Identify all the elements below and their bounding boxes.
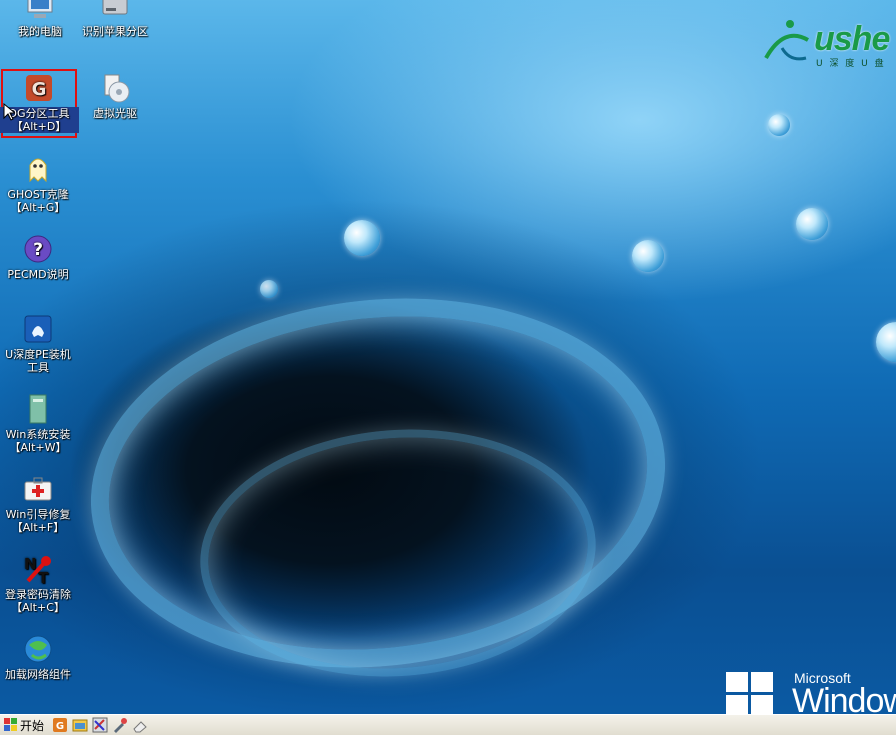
mouse-cursor-icon [3,103,15,121]
quicklaunch-eraser-icon[interactable] [132,717,148,733]
install-package-icon [22,393,54,425]
diskgenius-icon: G [23,72,55,104]
svg-text:?: ? [33,240,43,260]
desktop-icon-shortcut: 【Alt+D】 [0,120,79,133]
windows-logo: Microsoft Window [724,668,896,714]
desktop-icon-ghost[interactable]: GHOST克隆 【Alt+G】 [0,153,78,214]
water-drop-decoration [632,240,664,272]
desktop-icon-label: Win引导修复 [5,508,71,521]
quicklaunch-tools-icon[interactable] [92,717,108,733]
desktop-icon-label: 登录密码清除 [5,588,71,601]
water-drop-decoration [344,220,380,256]
water-drop-decoration [876,322,896,362]
desktop-icon-label: 我的电脑 [18,25,62,38]
desktop-icon-shortcut: 【Alt+F】 [11,521,65,534]
disk-drive-icon [99,0,131,22]
help-icon: ? [22,233,54,265]
desktop-icon-label: PECMD说明 [7,268,69,281]
desktop-icon-my-computer[interactable]: 我的电脑 [0,0,80,38]
quicklaunch-diskgenius-icon[interactable]: G [52,717,68,733]
desktop-icon-label-line2: 工具 [27,361,49,374]
start-label: 开始 [20,718,45,733]
password-reset-icon: NT [22,553,54,587]
windows-start-icon [4,718,17,731]
svg-text:N: N [24,555,37,573]
desktop-icon-pe-install-tool[interactable]: U深度PE装机 工具 [0,313,78,374]
desktop-icon-win-install[interactable]: Win系统安装 【Alt+W】 [0,393,78,454]
ushen-logo-swirl-icon [764,20,810,61]
svg-text:G: G [56,721,64,732]
ghost-icon [22,153,54,185]
desktop-icon-shortcut: 【Alt+W】 [9,441,67,454]
windows-text: Window [792,682,896,714]
quicklaunch-explorer-icon[interactable] [72,717,88,733]
ushen-logo: ushe U 深 度 U 盘 [756,18,896,70]
desktop-icon-shortcut: 【Alt+G】 [10,201,66,214]
desktop-icon-label: 加载网络组件 [5,668,71,681]
water-drop-decoration [796,208,828,240]
svg-text:G: G [32,79,47,100]
water-drop-decoration [260,280,278,298]
desktop-icon-network-component[interactable]: 加载网络组件 [0,633,78,681]
desktop-icon-password-clear[interactable]: NT 登录密码清除 【Alt+C】 [0,553,78,614]
desktop-icon-apple-partition[interactable]: 识别苹果分区 [75,0,155,38]
cd-drive-icon [99,72,131,104]
desktop-icon-label: 虚拟光驱 [93,107,137,120]
desktop-icon-win-boot-repair[interactable]: Win引导修复 【Alt+F】 [0,473,78,534]
water-drop-decoration [768,114,790,136]
desktop-icon-label: Win系统安装 [5,428,71,441]
quicklaunch-paint-icon[interactable] [112,717,128,733]
desktop: ushe U 深 度 U 盘 Microsoft Window 我的电脑 识别苹… [0,0,896,714]
desktop-icon-pecmd-help[interactable]: ? PECMD说明 [0,233,78,281]
desktop-icon-label: 识别苹果分区 [82,25,148,38]
desktop-icon-label: GHOST克隆 [7,188,69,201]
first-aid-kit-icon [22,473,54,505]
taskbar: 开始 G [0,714,896,735]
logo-sub-text: U 深 度 U 盘 [816,59,886,69]
computer-icon [24,0,56,22]
logo-brand-text: ushe [814,20,890,58]
pe-tool-icon [22,313,54,345]
desktop-icon-label: U深度PE装机 [5,348,71,361]
windows-flag-icon [726,672,773,714]
svg-text:T: T [38,569,49,585]
desktop-icon-virtual-cd[interactable]: 虚拟光驱 [75,72,155,120]
desktop-icon-shortcut: 【Alt+C】 [11,601,65,614]
start-button[interactable]: 开始 [2,716,48,734]
network-globe-icon [22,633,54,665]
